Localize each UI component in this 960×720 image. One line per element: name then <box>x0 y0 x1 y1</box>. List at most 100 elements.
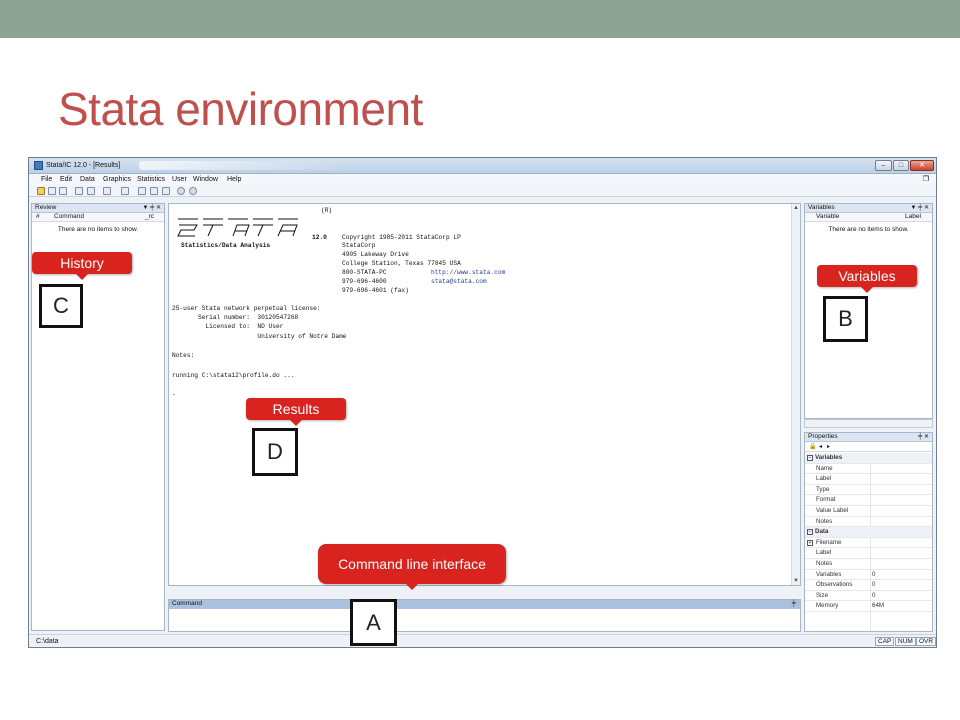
variables-col-variable[interactable]: Variable <box>816 213 839 221</box>
review-col-rc[interactable]: _rc <box>145 213 154 221</box>
results-url-link[interactable]: http://www.stata.com <box>431 269 505 277</box>
review-panel-controls[interactable]: ▼ ╪ ✕ <box>142 204 161 212</box>
results-running: running C:\stata12\profile.do ... <box>172 372 295 379</box>
results-street: 4905 Lakeway Drive <box>342 251 409 258</box>
print-icon[interactable] <box>59 187 67 195</box>
results-email-link[interactable]: stata@stata.com <box>431 278 487 286</box>
review-column-headers: # Command _rc <box>32 213 164 222</box>
review-col-command[interactable]: Command <box>54 213 84 221</box>
review-panel-title: Review <box>35 204 57 211</box>
property-row: Memory 64M <box>805 601 932 612</box>
maximize-button[interactable]: □ <box>893 160 909 171</box>
lock-icon[interactable]: 🔒 <box>809 443 816 450</box>
variables-manager-icon[interactable] <box>162 187 170 195</box>
back-icon[interactable]: ◂ <box>819 443 822 450</box>
results-notes: Notes: <box>172 352 195 359</box>
property-row: Format <box>805 495 932 506</box>
pin-icon[interactable]: ╪ <box>792 600 796 608</box>
menu-help[interactable]: Help <box>227 176 241 183</box>
property-row: Name <box>805 464 932 475</box>
slide-title: Stata environment <box>58 83 423 135</box>
window-titlebar: Stata/IC 12.0 - [Results] – □ ✕ <box>29 158 936 174</box>
variables-col-label[interactable]: Label <box>905 213 921 221</box>
history-callout: History <box>32 252 132 280</box>
do-file-editor-icon[interactable] <box>121 187 129 195</box>
titlebar-blurred-region <box>139 161 349 170</box>
property-row: Size 0 <box>805 591 932 602</box>
property-row: Value Label <box>805 506 932 517</box>
results-corp: StataCorp <box>342 242 376 249</box>
property-row: Label <box>805 548 932 559</box>
label-box-d: D <box>252 428 298 476</box>
results-version: 12.0 <box>312 234 327 241</box>
ovr-indicator: OVR <box>916 637 936 646</box>
menu-graphics[interactable]: Graphics <box>103 176 131 183</box>
property-row: Label <box>805 474 932 485</box>
stata-logo <box>177 218 298 237</box>
open-icon[interactable] <box>37 187 45 195</box>
status-bar: C:\data CAP NUM OVR <box>29 634 936 647</box>
data-browser-icon[interactable] <box>150 187 158 195</box>
minimize-button[interactable]: – <box>875 160 892 171</box>
command-line-callout: Command line interface <box>318 544 506 590</box>
scroll-down-icon[interactable]: ▼ <box>793 578 799 584</box>
collapse-icon[interactable]: − <box>807 529 813 536</box>
results-university: University of Notre Dame <box>172 333 347 340</box>
results-city: College Station, Texas 77845 USA <box>342 260 461 267</box>
label-box-b: B <box>823 296 868 342</box>
menu-window[interactable]: Window <box>193 176 218 183</box>
num-indicator: NUM <box>895 637 916 646</box>
graph-icon[interactable] <box>103 187 111 195</box>
results-serial: Serial number: 30120547268 <box>172 314 299 321</box>
properties-toolbar: 🔒 ◂ ▸ <box>805 442 932 452</box>
property-row: Observations 0 <box>805 580 932 591</box>
review-panel-header: Review ▼ ╪ ✕ <box>32 204 164 213</box>
variables-panel-controls[interactable]: ▼ ╪ ✕ <box>910 204 929 212</box>
command-panel-title: Command <box>172 600 202 607</box>
menu-user[interactable]: User <box>172 176 187 183</box>
property-row: Type <box>805 485 932 496</box>
variables-panel-header: Variables ▼ ╪ ✕ <box>805 204 932 213</box>
expand-icon[interactable]: + <box>807 539 813 546</box>
break-icon[interactable] <box>189 187 197 195</box>
restore-icon[interactable]: ❐ <box>923 175 929 183</box>
variables-hscrollbar[interactable] <box>804 419 933 428</box>
data-editor-icon[interactable] <box>138 187 146 195</box>
working-directory: C:\data <box>36 638 59 645</box>
menu-statistics[interactable]: Statistics <box>137 176 165 183</box>
slide-top-bar <box>0 0 960 38</box>
scroll-up-icon[interactable]: ▲ <box>793 205 799 211</box>
properties-panel-header: Properties ╪ ✕ <box>805 433 932 442</box>
results-prompt: . <box>172 390 176 397</box>
forward-icon[interactable]: ▸ <box>827 443 830 450</box>
more-icon[interactable] <box>177 187 185 195</box>
results-license: 25-user Stata network perpetual license: <box>172 305 321 312</box>
properties-grid: − Variables Name Label Type Format Value … <box>805 453 932 631</box>
properties-panel-controls[interactable]: ╪ ✕ <box>918 433 929 441</box>
properties-section-data[interactable]: − Data <box>805 527 932 538</box>
menu-file[interactable]: File <box>41 176 52 183</box>
log-icon[interactable] <box>75 187 83 195</box>
review-col-number[interactable]: # <box>36 213 40 221</box>
command-input[interactable] <box>171 611 797 630</box>
variables-empty-message: There are no items to show. <box>828 226 909 233</box>
results-copyright: Copyright 1985-2011 StataCorp LP <box>342 234 461 241</box>
viewer-icon[interactable] <box>87 187 95 195</box>
properties-section-variables[interactable]: − Variables <box>805 453 932 464</box>
menu-edit[interactable]: Edit <box>60 176 72 183</box>
menu-data[interactable]: Data <box>80 176 95 183</box>
toolbar <box>29 185 936 197</box>
label-box-a: A <box>350 599 397 646</box>
close-button[interactable]: ✕ <box>910 160 934 171</box>
property-row: Variables 0 <box>805 570 932 581</box>
results-callout: Results <box>246 398 346 426</box>
review-empty-message: There are no items to show. <box>57 226 139 233</box>
results-phone2: 979-696-4600 <box>342 278 387 285</box>
command-panel: Command ╪ <box>168 599 801 632</box>
collapse-icon[interactable]: − <box>807 455 813 461</box>
save-icon[interactable] <box>48 187 56 195</box>
results-scrollbar[interactable]: ▲ ▼ <box>791 204 800 585</box>
property-row: Notes <box>805 517 932 528</box>
results-panel: (R) Statistics/Data Analysis 12.0 Copyri… <box>168 203 801 586</box>
label-box-c: C <box>39 284 83 328</box>
